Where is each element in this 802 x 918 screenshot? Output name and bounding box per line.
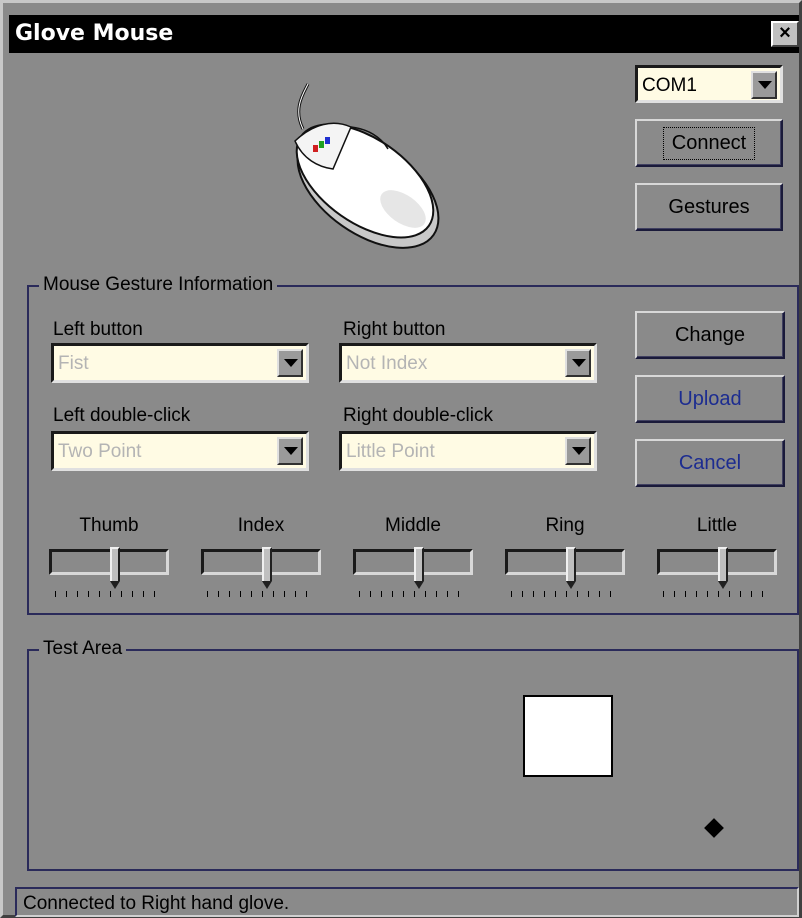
change-button[interactable]: Change bbox=[635, 311, 785, 359]
upload-button[interactable]: Upload bbox=[635, 375, 785, 423]
right-button-value: Not Index bbox=[346, 353, 428, 374]
slider-track bbox=[49, 549, 169, 575]
finger-label-index: Index bbox=[237, 515, 285, 536]
slider-ticks bbox=[207, 591, 315, 597]
slider-ticks bbox=[663, 591, 771, 597]
test-area-title: Test Area bbox=[39, 638, 127, 660]
chevron-down-icon[interactable] bbox=[277, 349, 303, 377]
slider-ticks bbox=[511, 591, 619, 597]
slider-index[interactable] bbox=[201, 547, 323, 597]
slider-handle[interactable] bbox=[110, 547, 120, 589]
connect-button-label: Connect bbox=[662, 126, 756, 160]
right-double-click-select[interactable]: Little Point bbox=[339, 431, 597, 471]
slider-track bbox=[657, 549, 777, 575]
right-button-select[interactable]: Not Index bbox=[339, 343, 597, 383]
left-button-select[interactable]: Fist bbox=[51, 343, 309, 383]
connect-button[interactable]: Connect bbox=[635, 119, 783, 167]
slider-track bbox=[353, 549, 473, 575]
left-button-value: Fist bbox=[58, 353, 89, 374]
slider-thumb[interactable] bbox=[49, 547, 171, 597]
slider-ring[interactable] bbox=[505, 547, 627, 597]
slider-ticks bbox=[55, 591, 163, 597]
gesture-info-group-title: Mouse Gesture Information bbox=[39, 274, 278, 296]
chevron-down-icon[interactable] bbox=[565, 437, 591, 465]
change-button-label: Change bbox=[674, 323, 746, 346]
status-bar: Connected to Right hand glove. bbox=[15, 887, 799, 917]
finger-label-thumb: Thumb bbox=[79, 515, 139, 536]
left-double-click-value: Two Point bbox=[58, 441, 142, 462]
right-double-click-label: Right double-click bbox=[343, 405, 493, 426]
cancel-button-label: Cancel bbox=[678, 451, 742, 474]
slider-track bbox=[505, 549, 625, 575]
title-bar: Glove Mouse × bbox=[9, 15, 799, 53]
slider-handle[interactable] bbox=[414, 547, 424, 589]
com-port-value: COM1 bbox=[642, 75, 697, 96]
test-area-group[interactable]: Test Area bbox=[27, 638, 799, 871]
slider-handle[interactable] bbox=[718, 547, 728, 589]
close-icon[interactable]: × bbox=[771, 21, 799, 47]
slider-little[interactable] bbox=[657, 547, 779, 597]
test-target-square[interactable] bbox=[523, 695, 613, 777]
mouse-illustration-icon bbox=[294, 83, 440, 249]
finger-label-ring: Ring bbox=[545, 515, 585, 536]
right-double-click-value: Little Point bbox=[346, 441, 435, 462]
slider-track bbox=[201, 549, 321, 575]
upload-button-label: Upload bbox=[678, 387, 742, 410]
chevron-down-icon[interactable] bbox=[751, 71, 777, 99]
status-text: Connected to Right hand glove. bbox=[23, 893, 290, 914]
window-title: Glove Mouse bbox=[15, 21, 174, 46]
chevron-down-icon[interactable] bbox=[277, 437, 303, 465]
left-button-label: Left button bbox=[53, 319, 143, 340]
finger-label-middle: Middle bbox=[385, 515, 441, 536]
left-double-click-label: Left double-click bbox=[53, 405, 191, 426]
finger-label-little: Little bbox=[696, 515, 738, 536]
slider-ticks bbox=[359, 591, 467, 597]
slider-handle[interactable] bbox=[262, 547, 272, 589]
right-button-label: Right button bbox=[343, 319, 446, 340]
gestures-button-label: Gestures bbox=[668, 195, 750, 218]
slider-middle[interactable] bbox=[353, 547, 475, 597]
cancel-button[interactable]: Cancel bbox=[635, 439, 785, 487]
gestures-button[interactable]: Gestures bbox=[635, 183, 783, 231]
glove-mouse-window: Glove Mouse × COM1 Connect Gestures Mous… bbox=[0, 0, 802, 918]
left-double-click-select[interactable]: Two Point bbox=[51, 431, 309, 471]
slider-handle[interactable] bbox=[566, 547, 576, 589]
chevron-down-icon[interactable] bbox=[565, 349, 591, 377]
com-port-select[interactable]: COM1 bbox=[635, 65, 783, 103]
